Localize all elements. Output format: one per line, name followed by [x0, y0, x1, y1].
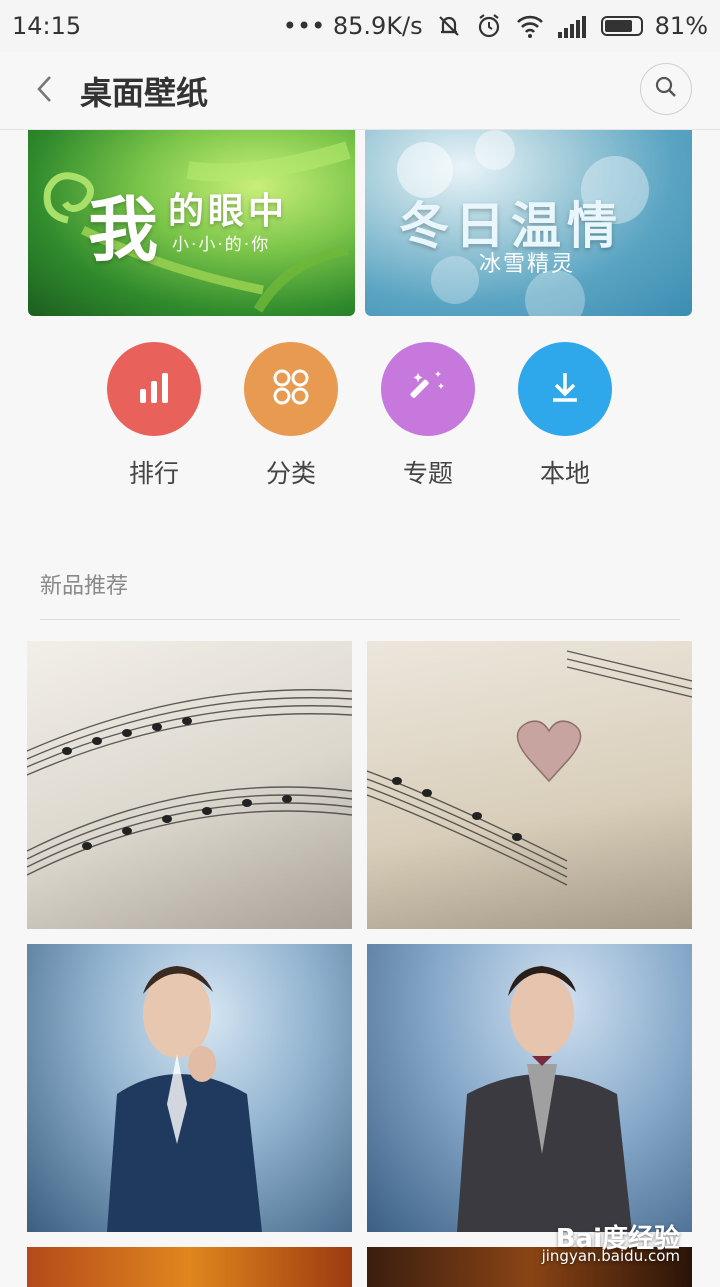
search-button[interactable]	[640, 63, 692, 115]
bar-chart-icon	[134, 367, 174, 411]
wallpaper-thumbnail[interactable]	[367, 641, 692, 929]
page-title: 桌面壁纸	[80, 73, 209, 112]
status-bar: 14:15 ••• 85.9K/s 81%	[0, 0, 720, 52]
download-icon	[545, 367, 585, 411]
alarm-icon	[475, 12, 503, 40]
sheet-music-heart-image	[367, 650, 692, 886]
banner-winter[interactable]: 冬日温情 冰雪精灵	[365, 130, 692, 316]
mute-icon	[435, 12, 463, 40]
banner-title-big: 我	[88, 188, 158, 271]
watermark-url: jingyan.baidu.com	[541, 1247, 680, 1265]
status-icons: ••• 85.9K/s 81%	[283, 12, 708, 40]
banner-subtitle: 小·小·的·你	[172, 235, 271, 255]
quick-action-label: 排行	[128, 459, 179, 488]
chevron-left-icon	[34, 74, 54, 108]
sheet-music-image	[27, 689, 352, 876]
quick-actions: 排行 分类 专题 本地	[0, 342, 720, 492]
wallpaper-thumbnail[interactable]	[27, 641, 352, 929]
title-bar: 桌面壁纸	[0, 52, 720, 130]
wallpaper-thumbnail[interactable]	[27, 1247, 352, 1287]
status-time: 14:15	[12, 12, 82, 40]
category-circle	[244, 342, 338, 436]
section-title-new: 新品推荐	[40, 574, 129, 599]
wallpaper-thumbnail[interactable]	[27, 944, 352, 1232]
battery-fill	[604, 20, 633, 32]
quick-action-label: 本地	[539, 459, 590, 488]
back-button[interactable]	[14, 52, 74, 130]
quick-action-local[interactable]: 本地	[518, 342, 612, 490]
topics-circle	[381, 342, 475, 436]
portrait-man-suit-image	[457, 966, 632, 1232]
network-speed: ••• 85.9K/s	[282, 12, 423, 40]
section-divider	[40, 619, 680, 620]
quick-action-label: 专题	[402, 459, 453, 488]
quick-action-label: 分类	[265, 459, 316, 488]
banner-subtitle: 冰雪精灵	[479, 252, 576, 277]
local-circle	[518, 342, 612, 436]
ranking-circle	[107, 342, 201, 436]
battery-percent: 81%	[654, 12, 708, 40]
quick-action-ranking[interactable]: 排行	[107, 342, 201, 490]
quick-action-topics[interactable]: 专题	[381, 342, 475, 490]
quick-action-category[interactable]: 分类	[244, 342, 338, 490]
portrait-man-image	[107, 966, 262, 1232]
signal-icon	[557, 14, 589, 38]
banner-title: 的眼中	[168, 190, 289, 232]
magic-wand-icon	[408, 367, 448, 411]
search-icon	[654, 75, 678, 103]
battery-icon	[600, 16, 643, 36]
banner-my-eyes[interactable]: 我 的眼中 小·小·的·你	[28, 130, 355, 316]
wallpaper-thumbnail[interactable]	[367, 944, 692, 1232]
wifi-icon	[515, 13, 545, 39]
grid-circles-icon	[271, 367, 311, 411]
